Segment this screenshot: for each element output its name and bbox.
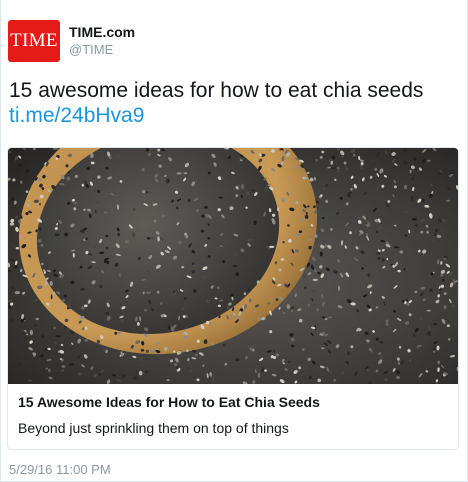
chia-seeds-photo [8,148,458,384]
seed-texture [99,251,105,254]
seed-texture [15,247,19,250]
avatar-logo-text: TIME [10,30,58,51]
seed-texture [80,288,85,291]
seed-texture [321,347,325,350]
seed-texture [200,229,205,233]
seed-texture [443,305,447,310]
author-names: TIME.com @TIME [69,24,135,58]
seed-texture [440,284,445,288]
seed-texture [54,233,60,237]
card-title[interactable]: 15 Awesome Ideas for How to Eat Chia See… [18,394,448,410]
seed-texture [175,366,179,370]
seed-texture [157,236,161,242]
link-card[interactable]: 15 Awesome Ideas for How to Eat Chia See… [7,147,459,450]
display-name[interactable]: TIME.com [69,24,135,40]
seed-texture [35,317,39,321]
seed-texture [64,232,68,237]
card-description: Beyond just sprinkling them on top of th… [18,420,289,436]
card-image[interactable] [8,148,458,384]
avatar[interactable]: TIME [8,20,60,62]
tweet-link[interactable]: ti.me/24bHva9 [9,103,461,128]
seed-texture [95,266,100,270]
tweet-text: 15 awesome ideas for how to eat chia see… [9,78,461,128]
seed-texture [145,148,149,152]
user-handle[interactable]: @TIME [69,42,135,58]
tweet-text-body: 15 awesome ideas for how to eat chia see… [9,79,424,102]
seed-texture [248,298,252,303]
tweet-timestamp[interactable]: 5/29/16 11:00 PM [9,462,111,477]
seed-texture [375,187,378,191]
card-body: 15 Awesome Ideas for How to Eat Chia See… [8,384,458,449]
tweet-header: TIME TIME.com @TIME [8,20,135,62]
tweet: TIME TIME.com @TIME 15 awesome ideas for… [0,0,468,482]
